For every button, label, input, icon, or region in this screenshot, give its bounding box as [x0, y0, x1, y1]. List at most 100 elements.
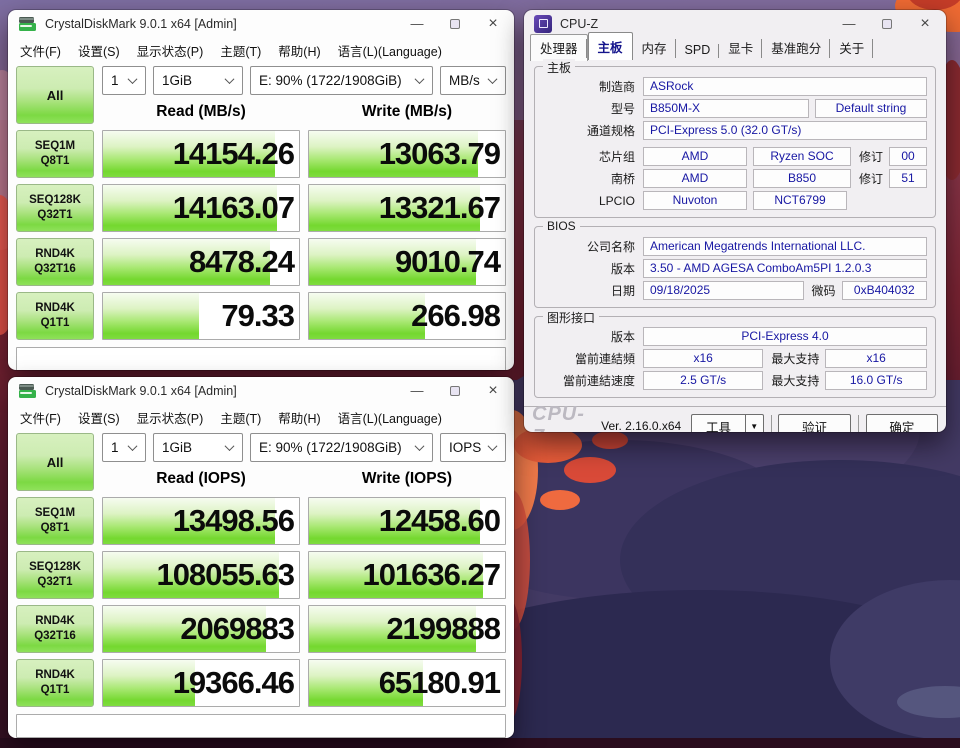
cdm-toolbar: 1 1GiB E: 90% (1722/1908GiB) MB/s [102, 66, 506, 96]
cpuz-app-icon [534, 15, 552, 33]
target-drive-select[interactable]: E: 90% (1722/1908GiB) [250, 66, 433, 95]
lpcio-value: NCT6799 [753, 191, 847, 210]
cdm-titlebar: CrystalDiskMark 9.0.1 x64 [Admin] — × [8, 10, 514, 38]
result-row-rnd4k-q1t1: RND4KQ1T1 19366.46 65180.91 [16, 659, 506, 707]
close-icon[interactable]: × [486, 384, 500, 398]
cdm-menubar: 文件(F) 设置(S) 显示状态(P) 主题(T) 帮助(H) 语言(L)(La… [8, 405, 514, 429]
tools-button[interactable]: 工具 [691, 414, 745, 432]
read-result-cell: 14163.07 [102, 184, 300, 232]
read-result-cell: 8478.24 [102, 238, 300, 286]
crystaldiskmark-app-icon [18, 16, 37, 32]
menu-theme[interactable]: 主题(T) [220, 408, 261, 427]
chevron-down-icon [488, 441, 498, 451]
tab-mainboard[interactable]: 主板 [588, 32, 633, 60]
menu-language[interactable]: 语言(L)(Language) [338, 408, 442, 427]
result-row-seq128k-q32t1: SEQ128KQ32T1 108055.63 101636.27 [16, 551, 506, 599]
chipset-rev-label: 修订 [859, 148, 883, 165]
read-result-cell: 108055.63 [102, 551, 300, 599]
minimize-icon[interactable]: — [842, 17, 856, 31]
gfx-version-value: PCI-Express 4.0 [643, 327, 927, 346]
test-button-seq1m-q8t1[interactable]: SEQ1MQ8T1 [16, 497, 94, 545]
cdm-window-mbs: CrystalDiskMark 9.0.1 x64 [Admin] — × 文件… [8, 10, 514, 370]
bios-version-label: 版本 [543, 260, 635, 277]
southbridge-value: B850 [753, 169, 851, 188]
maximize-icon[interactable] [450, 19, 460, 29]
gfx-version-label: 版本 [543, 328, 635, 345]
tab-spd[interactable]: SPD [676, 40, 720, 61]
tab-about[interactable]: 关于 [830, 35, 873, 61]
write-column-header: Write (MB/s) [308, 99, 506, 124]
read-result-cell: 19366.46 [102, 659, 300, 707]
menu-view[interactable]: 显示状态(P) [137, 41, 204, 60]
unit-select[interactable]: MB/s [440, 66, 506, 95]
chipset-label: 芯片组 [543, 148, 635, 165]
menu-theme[interactable]: 主题(T) [220, 41, 261, 60]
run-all-button[interactable]: All [16, 433, 94, 491]
test-button-rnd4k-q1t1[interactable]: RND4KQ1T1 [16, 292, 94, 340]
chipset-value: Ryzen SOC [753, 147, 851, 166]
cpuz-logo: CPU-Z [532, 403, 593, 432]
menu-settings[interactable]: 设置(S) [78, 41, 120, 60]
menu-file[interactable]: 文件(F) [20, 408, 61, 427]
tab-cpu[interactable]: 处理器 [530, 34, 588, 61]
test-button-seq1m-q8t1[interactable]: SEQ1MQ8T1 [16, 130, 94, 178]
menu-view[interactable]: 显示状态(P) [137, 408, 204, 427]
close-icon[interactable]: × [486, 17, 500, 31]
write-result-cell: 12458.60 [308, 497, 506, 545]
maximize-icon[interactable] [450, 386, 460, 396]
group-legend: 主板 [543, 59, 575, 76]
menu-settings[interactable]: 设置(S) [78, 408, 120, 427]
test-button-seq128k-q32t1[interactable]: SEQ128KQ32T1 [16, 551, 94, 599]
manufacturer-value: ASRock [643, 77, 927, 96]
cdm-toolbar: 1 1GiB E: 90% (1722/1908GiB) IOPS [102, 433, 506, 463]
chevron-down-icon [415, 441, 425, 451]
menu-help[interactable]: 帮助(H) [278, 408, 320, 427]
status-bar [16, 347, 506, 370]
minimize-icon[interactable]: — [410, 17, 424, 31]
test-size-select[interactable]: 1GiB [153, 433, 243, 462]
southbridge-label: 南桥 [543, 170, 635, 187]
group-legend: BIOS [543, 219, 580, 233]
ok-button[interactable]: 确定 [866, 414, 938, 432]
menu-language[interactable]: 语言(L)(Language) [338, 41, 442, 60]
write-column-header: Write (IOPS) [308, 466, 506, 491]
tools-dropdown-icon[interactable]: ▼ [745, 414, 764, 432]
link-speed-value: 2.5 GT/s [643, 371, 763, 390]
minimize-icon[interactable]: — [410, 384, 424, 398]
target-drive-select[interactable]: E: 90% (1722/1908GiB) [250, 433, 433, 462]
bios-brand-value: American Megatrends International LLC. [643, 237, 927, 256]
write-result-cell: 2199888 [308, 605, 506, 653]
close-icon[interactable]: × [918, 17, 932, 31]
menu-file[interactable]: 文件(F) [20, 41, 61, 60]
bios-group: BIOS 公司名称 American Megatrends Internatio… [534, 226, 936, 308]
cpuz-version: Ver. 2.16.0.x64 [601, 419, 681, 432]
result-row-rnd4k-q1t1: RND4KQ1T1 79.33 266.98 [16, 292, 506, 340]
test-count-select[interactable]: 1 [102, 433, 146, 462]
write-result-cell: 266.98 [308, 292, 506, 340]
maximize-icon[interactable] [882, 19, 892, 29]
test-button-rnd4k-q32t16[interactable]: RND4KQ32T16 [16, 238, 94, 286]
tab-bench[interactable]: 基准跑分 [762, 35, 830, 61]
result-row-seq1m-q8t1: SEQ1MQ8T1 13498.56 12458.60 [16, 497, 506, 545]
mainboard-group: 主板 制造商 ASRock 型号 B850M-X Default string … [534, 66, 936, 218]
test-button-seq128k-q32t1[interactable]: SEQ128KQ32T1 [16, 184, 94, 232]
validate-button[interactable]: 验证 [778, 414, 850, 432]
write-result-cell: 65180.91 [308, 659, 506, 707]
read-column-header: Read (MB/s) [102, 99, 300, 124]
run-all-button[interactable]: All [16, 66, 94, 124]
unit-select[interactable]: IOPS [440, 433, 506, 462]
tab-memory[interactable]: 内存 [633, 35, 676, 61]
model-extra-value: Default string [815, 99, 927, 118]
tab-graphics[interactable]: 显卡 [719, 35, 762, 61]
test-count-select[interactable]: 1 [102, 66, 146, 95]
test-button-rnd4k-q1t1[interactable]: RND4KQ1T1 [16, 659, 94, 707]
write-result-cell: 13063.79 [308, 130, 506, 178]
menu-help[interactable]: 帮助(H) [278, 41, 320, 60]
status-bar [16, 714, 506, 738]
test-size-select[interactable]: 1GiB [153, 66, 243, 95]
cdm-titlebar: CrystalDiskMark 9.0.1 x64 [Admin] — × [8, 377, 514, 405]
test-button-rnd4k-q32t16[interactable]: RND4KQ32T16 [16, 605, 94, 653]
result-row-seq1m-q8t1: SEQ1MQ8T1 14154.26 13063.79 [16, 130, 506, 178]
southbridge-rev-label: 修订 [859, 170, 883, 187]
chevron-down-icon [488, 74, 498, 84]
